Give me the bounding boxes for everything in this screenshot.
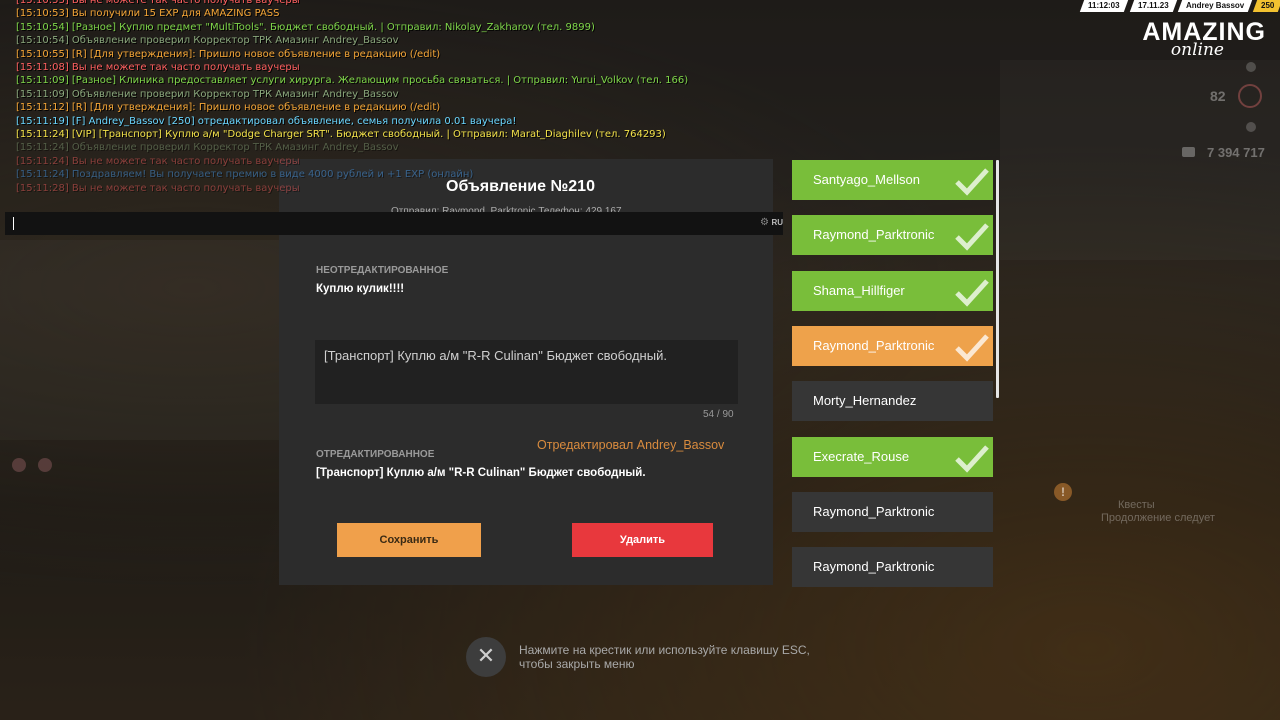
edited-text: [Транспорт] Куплю а/м "R-R Culinan" Бюдж…	[316, 467, 646, 479]
chat-line: [15:11:24] Объявление проверил Корректор…	[16, 142, 399, 154]
char-counter: 54 / 90	[703, 409, 734, 420]
chat-line: [15:11:09] Объявление проверил Корректор…	[16, 88, 399, 100]
close-hint: Нажмите на крестик или используйте клави…	[519, 643, 810, 671]
hud-time: 11:12:03	[1079, 0, 1128, 12]
health-icon	[1238, 84, 1262, 108]
chat-line: [15:11:09] [Разное] Клиника предоставляе…	[16, 75, 689, 87]
edited-by: Отредактировал Andrey_Bassov	[537, 438, 725, 452]
ad-list-item-name: Raymond_Parktronic	[813, 559, 935, 575]
game-logo: AMAZING online	[1142, 18, 1266, 60]
checkmark-icon	[955, 444, 989, 473]
ad-list-item-name: Morty_Hernandez	[813, 393, 917, 409]
hud-dot-icon	[1246, 122, 1256, 132]
chat-line: [15:10:54] Объявление проверил Корректор…	[16, 35, 399, 47]
hud-date: 17.11.23	[1129, 0, 1177, 12]
ad-list-item[interactable]: Santyago_Mellson	[792, 160, 993, 200]
chat-input[interactable]: ⚙ RU	[5, 212, 783, 235]
language-indicator: RU	[771, 218, 783, 227]
chat-line: [15:11:24] Поздравляем! Вы получаете пре…	[16, 169, 474, 181]
hunger-icon	[12, 458, 26, 472]
wallet-icon	[1182, 147, 1195, 157]
gear-icon[interactable]: ⚙	[760, 217, 769, 228]
ad-list-scrollbar[interactable]	[996, 160, 999, 398]
ad-list-item[interactable]: Raymond_Parktronic	[792, 547, 993, 588]
status-icons	[12, 458, 64, 477]
chat-line: [15:11:19] [F] Andrey_Bassov [250] отред…	[16, 115, 517, 127]
quest-alert-icon: !	[1054, 483, 1072, 501]
ad-list-item-name: Raymond_Parktronic	[813, 503, 935, 519]
quest-subtitle: Продолжение следует	[1101, 512, 1215, 524]
chat-line: [15:10:55] [R] [Для утверждения]: Пришло…	[16, 48, 441, 60]
ad-list-item[interactable]: Raymond_Parktronic	[792, 491, 993, 532]
chat-line: [15:11:24] Вы не можете так часто получа…	[16, 155, 300, 167]
checkmark-icon	[955, 223, 989, 251]
chat-line: [15:10:54] [Разное] Куплю предмет "Multi…	[16, 21, 595, 33]
money-value: 7 394 717	[1207, 145, 1265, 160]
hud-level: 250	[1252, 0, 1280, 12]
chat-line: [15:10:53] Вы не можете так часто получа…	[16, 0, 300, 6]
edited-label: ОТРЕДАКТИРОВАННОЕ	[316, 449, 435, 460]
ad-list-item[interactable]: Execrate_Rouse	[792, 436, 993, 477]
chat-line: [15:11:08] Вы не можете так часто получа…	[16, 62, 300, 74]
checkmark-icon	[955, 278, 989, 307]
chat-log: [15:10:53] Вы не можете так часто получа…	[16, 0, 688, 195]
delete-button[interactable]: Удалить	[572, 523, 713, 557]
ad-list-item-name: Execrate_Rouse	[813, 448, 910, 464]
weapon-icon	[38, 458, 52, 472]
hud-bar: 11:12:03 17.11.23 Andrey Bassov 250	[1076, 0, 1280, 12]
hud-player-name: Andrey Bassov	[1178, 0, 1253, 12]
ad-list-item[interactable]: Shama_Hillfiger	[792, 270, 993, 311]
ad-list-item-name: Raymond_Parktronic	[813, 337, 935, 353]
save-button[interactable]: Сохранить	[337, 523, 481, 557]
quest-title: Квесты	[1118, 499, 1155, 511]
ad-list-item[interactable]: Raymond_Parktronic	[792, 325, 993, 366]
ad-list-item-name: Shama_Hillfiger	[813, 282, 905, 298]
close-icon[interactable]: ✕	[466, 637, 506, 677]
ad-list-item[interactable]: Raymond_Parktronic	[792, 215, 993, 256]
ad-list-item-name: Raymond_Parktronic	[813, 227, 935, 243]
unedited-text: Куплю кулик!!!!	[316, 283, 405, 295]
ad-list-item-name: Santyago_Mellson	[813, 172, 920, 187]
chat-line: [15:11:12] [R] [Для утверждения]: Пришло…	[16, 102, 441, 114]
checkmark-icon	[955, 334, 989, 362]
hud-stat-value: 82	[1210, 88, 1226, 104]
chat-line: [15:11:28] Вы не можете так часто получа…	[16, 182, 300, 194]
ad-edit-field[interactable]: [Транспорт] Куплю а/м "R-R Culinan" Бюдж…	[315, 340, 738, 404]
hud-dot-icon	[1246, 62, 1256, 72]
chat-line: [15:11:24] [VIP] [Транспорт] Куплю а/м "…	[16, 129, 666, 141]
checkmark-icon	[955, 168, 989, 196]
chat-line: [15:10:53] Вы получили 15 EXP для AMAZIN…	[16, 8, 280, 20]
ad-list-item[interactable]: Morty_Hernandez	[792, 381, 993, 422]
unedited-label: НЕОТРЕДАКТИРОВАННОЕ	[316, 265, 449, 276]
